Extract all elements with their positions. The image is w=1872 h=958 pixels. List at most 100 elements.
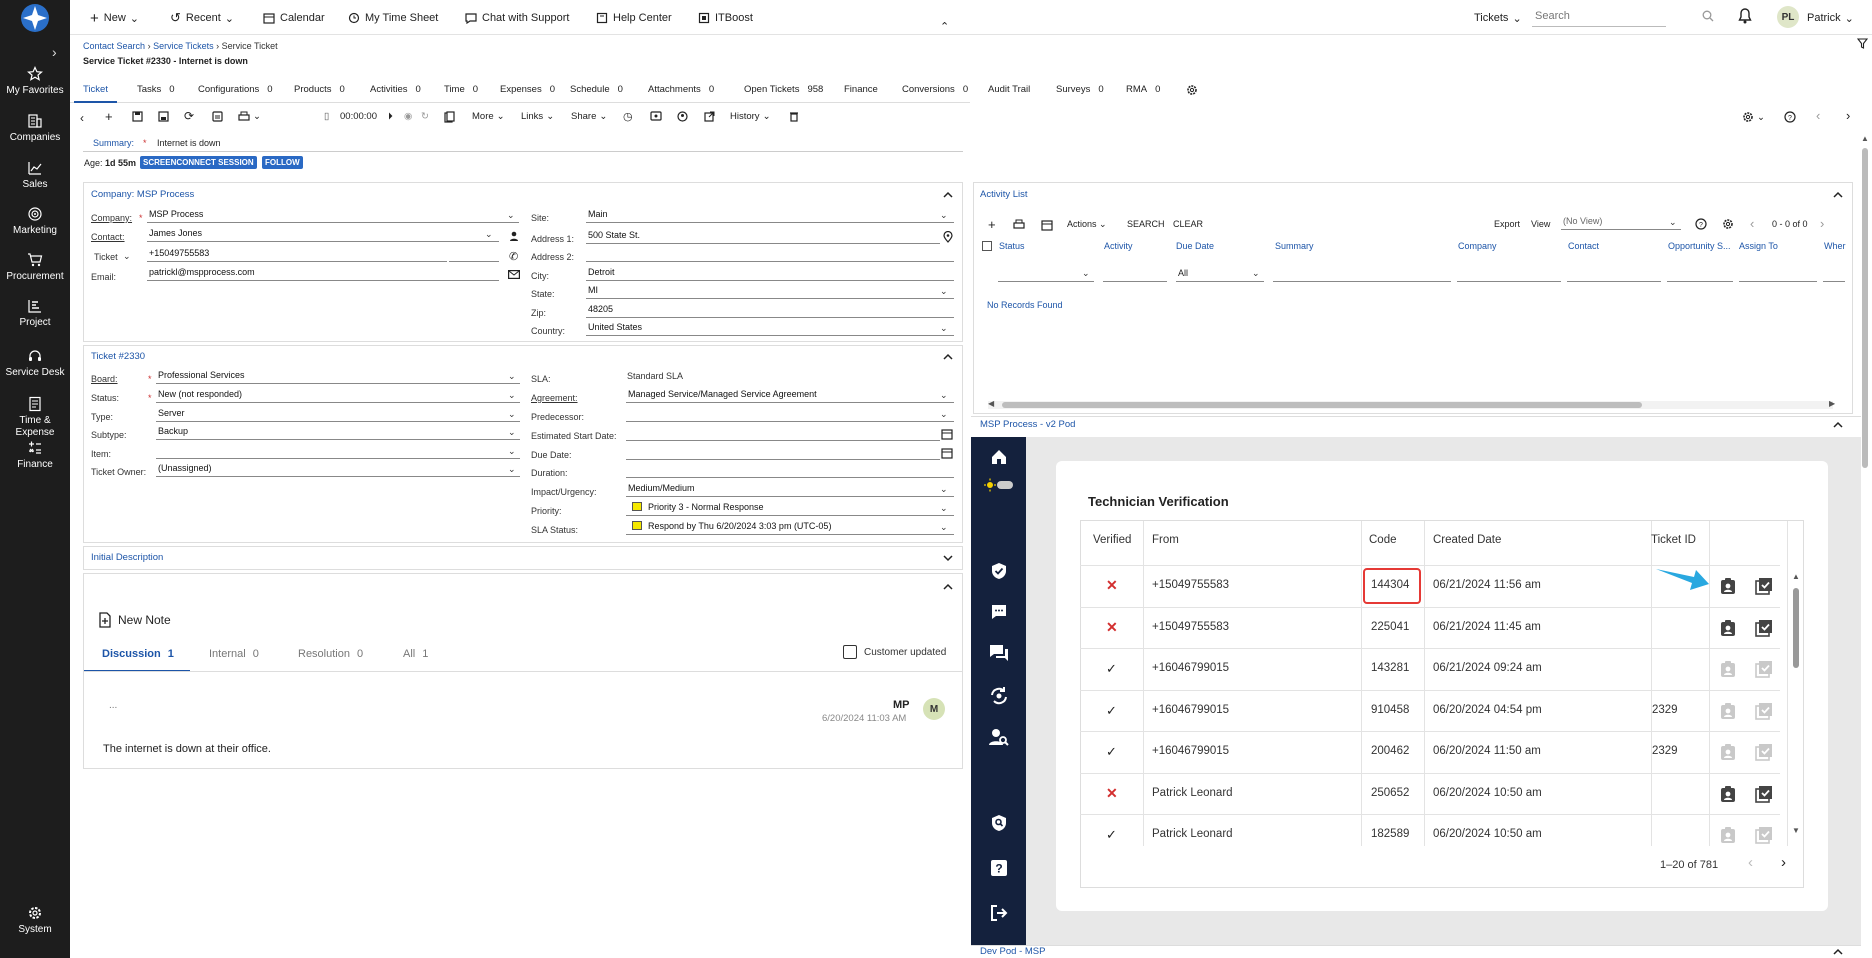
initial-description-panel[interactable] [83,546,963,570]
column-header-code[interactable]: Code [1369,534,1397,546]
collapse-company-icon[interactable] [942,189,954,201]
chat-icon[interactable] [971,644,1026,662]
verify-check-icon[interactable] [1755,702,1773,720]
expand-description-icon[interactable] [942,552,954,564]
phone-extension-field[interactable] [449,248,499,262]
actions-menu[interactable]: Actions ⌄ [1067,219,1107,230]
tab-products[interactable]: Products 0 [294,84,345,95]
tab-rma[interactable]: RMA 0 [1126,84,1160,95]
site-select[interactable]: Main [586,209,954,223]
tab-conversions[interactable]: Conversions 0 [902,84,968,95]
gear-icon[interactable] [1722,218,1734,230]
table-prev-page-icon[interactable]: ‹ [1748,854,1753,871]
export-button[interactable]: Export [1494,219,1520,229]
column-header-activity[interactable]: Activity [1104,241,1133,251]
clear-button[interactable]: CLEAR [1173,219,1203,229]
table-vertical-scrollbar[interactable]: ▲ ▼ [1791,572,1801,835]
contact-select[interactable]: James Jones [147,228,499,242]
horizontal-scrollbar-thumb[interactable] [1002,402,1642,408]
contact-filter[interactable] [1567,268,1661,282]
tab-audit-trail[interactable]: Audit Trail [988,84,1030,95]
message-icon[interactable] [971,603,1026,621]
address1-field[interactable]: 500 State St. [586,230,940,244]
user-menu[interactable]: Patrick ⌄ [1807,10,1854,26]
due-date-field[interactable] [626,446,940,460]
tab-schedule[interactable]: Schedule 0 [570,84,623,95]
connectwise-logo-icon[interactable] [17,2,53,34]
sidebar-item-service-desk[interactable]: Service Desk [0,348,70,379]
user-circle-icon[interactable] [677,111,688,122]
next-page-icon[interactable]: › [1820,216,1824,231]
sync-user-icon[interactable] [971,686,1026,706]
user-avatar[interactable]: PL [1777,6,1799,28]
bell-icon[interactable] [1738,8,1752,24]
zip-field[interactable]: 48205 [586,304,954,318]
column-header-assign-to[interactable]: Assign To [1739,241,1778,251]
company-select[interactable]: MSP Process [147,209,519,223]
est-start-date-field[interactable] [626,427,940,441]
tab-attachments[interactable]: Attachments 0 [648,84,714,95]
opportunity-filter[interactable] [1667,268,1733,282]
view-select[interactable]: (No View) [1561,216,1681,230]
sidebar-item-my-favorites[interactable]: My Favorites [0,66,70,97]
calendar-icon[interactable] [941,447,953,459]
assign-contact-icon[interactable] [1719,743,1737,761]
tab-expenses[interactable]: Expenses 0 [500,84,555,95]
company-filter[interactable] [1457,268,1561,282]
share-menu[interactable]: Share ⌄ [571,111,607,122]
user-search-icon[interactable] [971,728,1026,746]
collapse-notes-icon[interactable] [942,581,954,593]
activity-filter[interactable] [1103,268,1167,282]
calendar-icon[interactable] [941,428,953,440]
back-icon[interactable]: ‹ [80,111,84,125]
scroll-down-icon[interactable]: ▼ [1792,826,1800,835]
shield-search-icon[interactable] [971,814,1026,832]
save-icon[interactable] [132,111,143,122]
column-header-ticket-id[interactable]: Ticket ID [1651,534,1696,546]
timer-reset-icon[interactable]: ↻ [421,111,429,122]
screenconnect-session-button[interactable]: SCREENCONNECT SESSION [140,156,257,169]
column-header-opportunity-s[interactable]: Opportunity S... [1668,241,1731,251]
refresh-icon[interactable]: ⟳ [184,109,194,123]
sidebar-item-companies[interactable]: Companies [0,113,70,144]
verify-check-icon[interactable] [1755,619,1773,637]
copy-icon[interactable] [212,111,223,122]
scroll-right-icon[interactable]: ▶ [1829,399,1835,408]
clock-icon[interactable]: ◷ [623,110,633,123]
column-header-company[interactable]: Company [1458,241,1497,251]
next-record-icon[interactable]: › [1846,108,1850,123]
sidebar-item-marketing[interactable]: Marketing [0,206,70,237]
search-button[interactable]: SEARCH [1127,219,1165,229]
column-header-contact[interactable]: Contact [1568,241,1599,251]
city-field[interactable]: Detroit [586,267,954,281]
collapse-activity-icon[interactable] [1832,189,1844,201]
tab-finance[interactable]: Finance [844,84,878,95]
address2-field[interactable] [586,248,954,262]
screen-icon[interactable] [650,111,662,121]
sla-status-select[interactable]: Respond by Thu 6/20/2024 3:03 pm (UTC-05… [626,521,954,535]
print-icon[interactable] [1013,219,1025,230]
table-scrollbar-thumb[interactable] [1793,588,1799,668]
note-ellipsis[interactable]: ... [109,700,117,711]
module-select[interactable]: Tickets ⌄ [1474,10,1522,26]
impact-select[interactable]: Medium/Medium [626,483,954,497]
horizontal-scrollbar[interactable] [988,401,1833,409]
assign-contact-icon[interactable] [1719,577,1737,595]
note-tab-discussion[interactable]: Discussion 1 [102,648,174,660]
help-icon[interactable]: ? [971,859,1026,877]
column-header-verified[interactable]: Verified [1093,534,1131,546]
assign-contact-icon[interactable] [1719,785,1737,803]
prev-page-icon[interactable]: ‹ [1750,216,1754,231]
history-menu[interactable]: History ⌄ [730,111,771,122]
summary-filter[interactable] [1273,268,1451,282]
delete-icon[interactable] [789,111,799,122]
phone-icon[interactable]: ✆ [509,250,518,263]
sidebar-item-time-expense[interactable]: Time & Expense [0,396,70,439]
timesheet-button[interactable]: My Time Sheet [348,10,438,26]
breadcrumb-contact-search[interactable]: Contact Search [83,41,145,51]
tab-tasks[interactable]: Tasks 0 [137,84,175,95]
select-all-checkbox[interactable] [982,241,992,251]
print-menu[interactable]: ⌄ [238,111,261,122]
calendar-view-icon[interactable] [1041,219,1053,231]
collapse-header-icon[interactable]: ⌃ [940,20,949,33]
